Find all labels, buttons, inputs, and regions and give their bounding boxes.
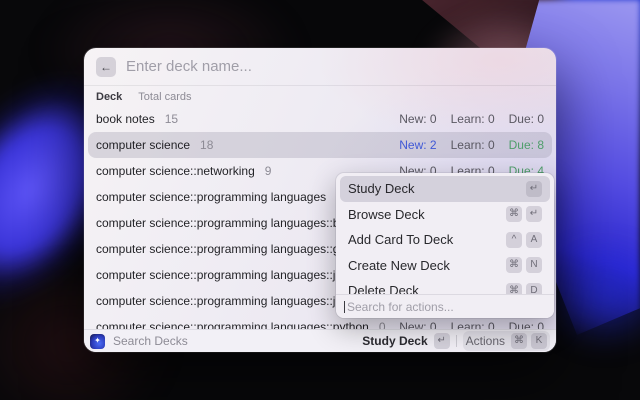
study-deck-button-label: Study Deck: [362, 334, 427, 348]
actions-button[interactable]: Actions ⌘ K: [463, 331, 550, 351]
action-menu-item[interactable]: Browse Deck ⌘↵: [340, 202, 550, 228]
text-caret: [344, 301, 345, 313]
deck-stats: New: 0 Learn: 0 Due: 0: [399, 112, 544, 126]
action-label: Add Card To Deck: [348, 232, 453, 247]
deck-name: computer science::programming languages:…: [96, 216, 359, 230]
shortcut-key-icon: ⌘: [506, 257, 522, 273]
actions-button-label: Actions: [466, 334, 505, 348]
deck-stat: New: 2: [399, 138, 436, 152]
deck-name: computer science::programming languages:…: [96, 320, 369, 329]
shortcut-key-icon: ⌘: [506, 206, 522, 222]
deck-total-cards: 18: [200, 138, 213, 152]
deck-stat: Due: 0: [509, 112, 544, 126]
desktop: ← Deck Total cards book notes 15 New: 0 L…: [0, 0, 640, 400]
deck-name: computer science::programming languages: [96, 190, 326, 204]
actions-search-input[interactable]: [347, 300, 546, 314]
action-menu-item[interactable]: Delete Deck ⌘D: [340, 278, 550, 294]
shortcut-key-icon: A: [526, 232, 542, 248]
deck-stat: New: 0: [399, 112, 436, 126]
command-key-icon: ⌘: [511, 333, 527, 349]
shortcut-key-icon: ↵: [526, 181, 542, 197]
deck-stats: New: 2 Learn: 0 Due: 8: [399, 138, 544, 152]
shortcut-key-icon: D: [526, 283, 542, 294]
footer-bar: ✦ Search Decks Study Deck ↵ Actions ⌘ K: [84, 329, 556, 352]
action-shortcut: ⌘D: [506, 283, 542, 294]
action-label: Delete Deck: [348, 283, 419, 294]
list-column-header: Deck Total cards: [84, 87, 556, 106]
action-shortcut: ^A: [506, 232, 542, 248]
deck-name: book notes: [96, 112, 155, 126]
deck-row[interactable]: computer science 18 New: 2 Learn: 0 Due: 8: [88, 132, 552, 158]
column-deck-label: Deck: [96, 91, 122, 103]
action-menu-item[interactable]: Add Card To Deck ^A: [340, 227, 550, 253]
deck-row[interactable]: book notes 15 New: 0 Learn: 0 Due: 0: [88, 106, 552, 132]
action-label: Study Deck: [348, 181, 414, 196]
action-menu-item[interactable]: Create New Deck ⌘N: [340, 253, 550, 279]
action-label: Create New Deck: [348, 258, 450, 273]
actions-list: Study Deck ↵ Browse Deck ⌘↵ Add Card To …: [336, 173, 554, 294]
study-deck-button[interactable]: Study Deck ↵: [362, 333, 449, 349]
back-button[interactable]: ←: [96, 57, 116, 77]
anki-app-icon: ✦: [90, 334, 105, 349]
footer-right: Study Deck ↵ Actions ⌘ K: [362, 331, 550, 351]
deck-total-cards: 15: [165, 112, 178, 126]
deck-stat: Due: 8: [509, 138, 544, 152]
action-shortcut: ⌘↵: [506, 206, 542, 222]
wallpaper-shape: [560, 0, 640, 170]
deck-stat: Learn: 0: [451, 320, 495, 329]
shortcut-key-icon: ^: [506, 232, 522, 248]
deck-stat: Learn: 0: [451, 112, 495, 126]
footer-divider: [456, 335, 457, 347]
deck-stat: Due: 0: [509, 320, 544, 329]
deck-stat: Learn: 0: [451, 138, 495, 152]
deck-total-cards: 0: [379, 320, 386, 329]
deck-stats: New: 0 Learn: 0 Due: 0: [399, 320, 544, 329]
deck-name: computer science::programming languages:…: [96, 242, 346, 256]
actions-search-bar: [336, 294, 554, 318]
deck-name-input[interactable]: [126, 58, 544, 75]
deck-search-bar: ←: [84, 48, 556, 86]
return-key-icon: ↵: [434, 333, 450, 349]
actions-popover: Study Deck ↵ Browse Deck ⌘↵ Add Card To …: [336, 173, 554, 318]
action-menu-item[interactable]: Study Deck ↵: [340, 176, 550, 202]
k-key-icon: K: [531, 333, 547, 349]
deck-name: computer science: [96, 138, 190, 152]
deck-name: computer science::networking: [96, 164, 255, 178]
shortcut-key-icon: ↵: [526, 206, 542, 222]
deck-stat: New: 0: [399, 320, 436, 329]
action-label: Browse Deck: [348, 207, 425, 222]
back-arrow-icon: ←: [100, 60, 112, 74]
action-shortcut: ⌘N: [506, 257, 542, 273]
footer-app-label: Search Decks: [113, 334, 188, 348]
action-shortcut: ↵: [526, 181, 542, 197]
deck-total-cards: 9: [265, 164, 272, 178]
shortcut-key-icon: ⌘: [506, 283, 522, 294]
shortcut-key-icon: N: [526, 257, 542, 273]
column-total-cards-label: Total cards: [138, 91, 191, 103]
